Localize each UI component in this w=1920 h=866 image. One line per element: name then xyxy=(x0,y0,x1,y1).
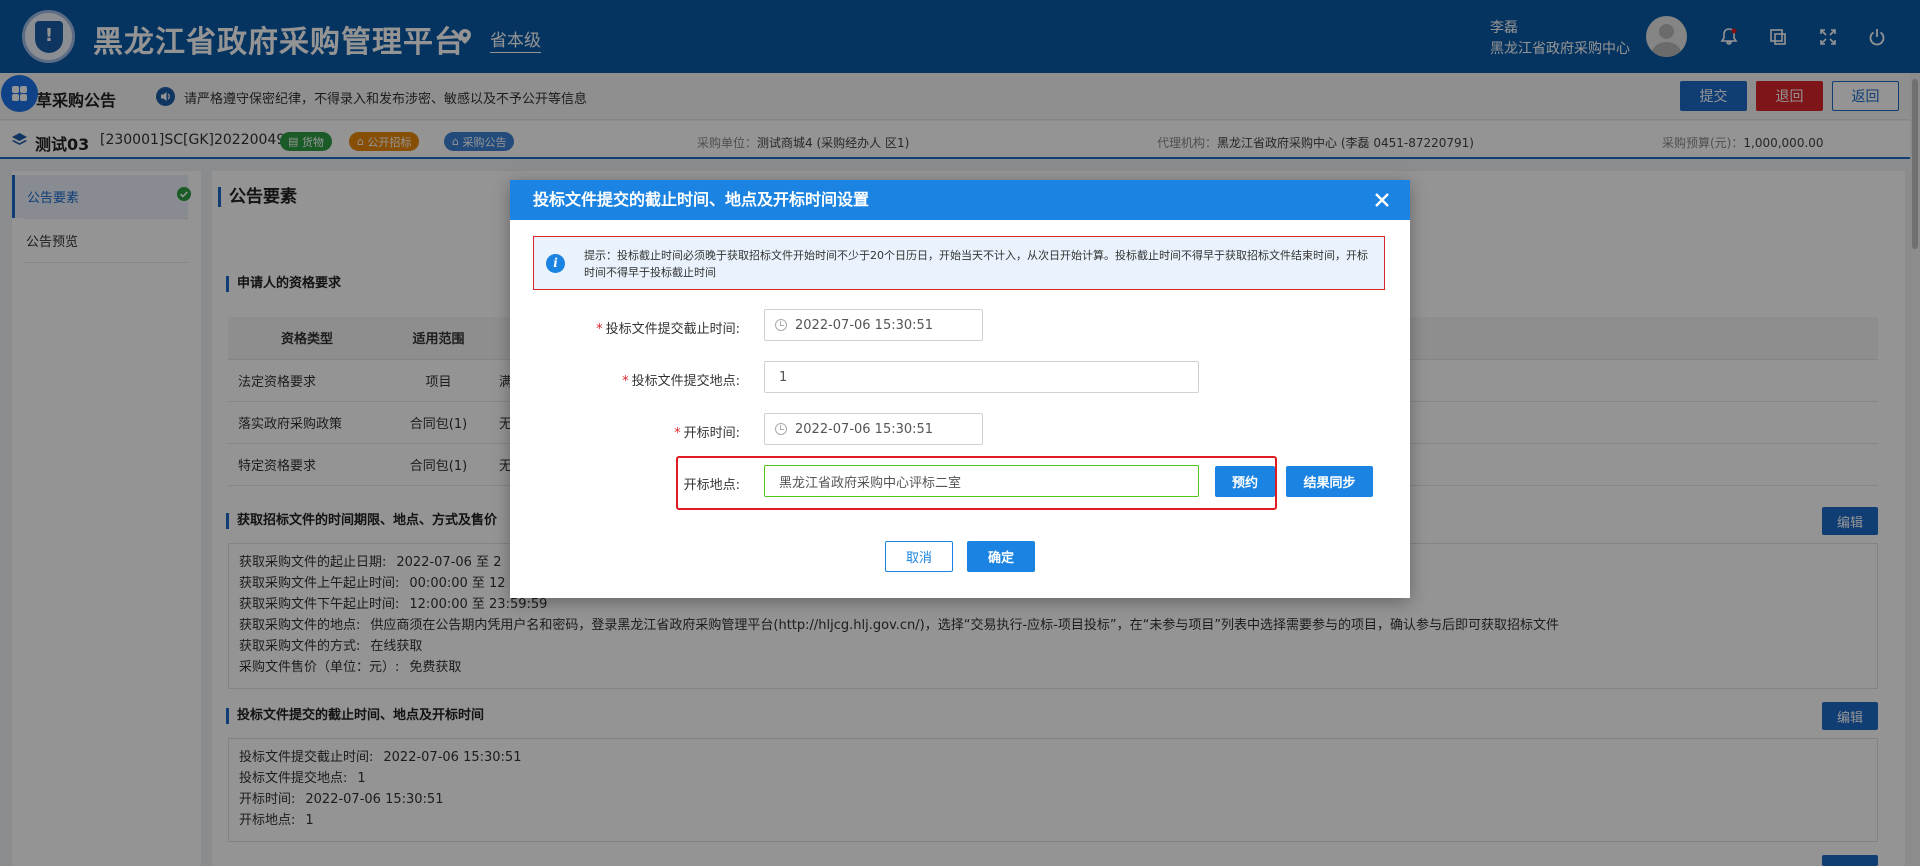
deadline-datetime-input[interactable]: 2022-07-06 15:30:51 xyxy=(764,309,983,341)
tip-box: i 提示：投标截止时间必须晚于获取招标文件开始时间不少于20个日历日，开始当天不… xyxy=(533,236,1385,290)
clock-icon xyxy=(775,423,787,435)
dialog-title: 投标文件提交的截止时间、地点及开标时间设置 xyxy=(510,180,1410,220)
deadline-settings-dialog: 投标文件提交的截止时间、地点及开标时间设置 i 提示：投标截止时间必须晚于获取招… xyxy=(510,180,1410,598)
open-place-label: 开标地点: xyxy=(683,478,740,493)
confirm-button[interactable]: 确定 xyxy=(967,541,1035,572)
sync-result-button[interactable]: 结果同步 xyxy=(1286,466,1373,497)
open-time-label: * 开标时间: xyxy=(674,426,740,441)
tip-text: 提示：投标截止时间必须晚于获取招标文件开始时间不少于20个日历日，开始当天不计入… xyxy=(584,249,1368,279)
open-place-input[interactable]: 黑龙江省政府采购中心评标二室 xyxy=(764,465,1199,497)
deadline-label: * 投标文件提交截止时间: xyxy=(596,322,740,337)
close-icon[interactable] xyxy=(1372,190,1392,210)
reserve-button[interactable]: 预约 xyxy=(1215,466,1275,497)
open-time-input[interactable]: 2022-07-06 15:30:51 xyxy=(764,413,983,445)
submit-place-input[interactable]: 1 xyxy=(764,361,1199,393)
submit-place-label: * 投标文件提交地点: xyxy=(622,374,740,389)
info-icon: i xyxy=(546,254,565,273)
clock-icon xyxy=(775,319,787,331)
cancel-button[interactable]: 取消 xyxy=(885,541,953,572)
